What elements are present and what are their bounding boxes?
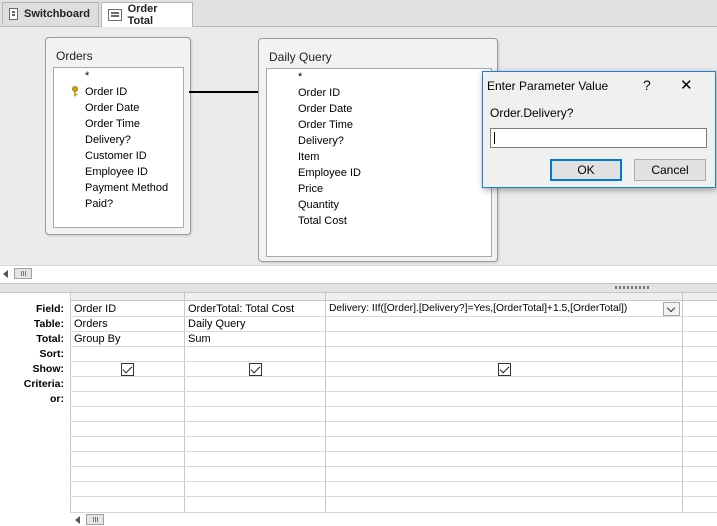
- field-item[interactable]: Order Date: [85, 102, 139, 114]
- field-item[interactable]: Order ID: [85, 86, 127, 98]
- grid-divider: [682, 293, 683, 512]
- daily-query-field-list[interactable]: Daily Query * Order ID Order Date Order …: [258, 38, 498, 262]
- field-dropdown-chevron-down-icon[interactable]: [663, 302, 680, 316]
- field-item[interactable]: Employee ID: [85, 166, 148, 178]
- daily-query-fields: * Order ID Order Date Order Time Deliver…: [266, 68, 492, 257]
- help-icon[interactable]: ?: [643, 77, 651, 93]
- parameter-value-input[interactable]: [490, 128, 707, 148]
- row-label-criteria: Criteria:: [23, 378, 64, 390]
- row-label-table: Table:: [33, 318, 64, 330]
- grid-horizontal-scrollbar[interactable]: [70, 512, 717, 526]
- close-icon[interactable]: ✕: [680, 76, 693, 94]
- field-item[interactable]: Order Date: [298, 103, 352, 115]
- grid-divider: [70, 361, 717, 362]
- field-item[interactable]: Payment Method: [85, 182, 168, 194]
- scroll-thumb[interactable]: [14, 268, 32, 279]
- field-item[interactable]: Order Time: [298, 119, 353, 131]
- grid-divider: [70, 481, 717, 482]
- grid-divider: [70, 421, 717, 422]
- query-icon: [108, 9, 122, 21]
- daily-query-table-title: Daily Query: [269, 50, 332, 64]
- grid-divider: [70, 293, 71, 512]
- field-item[interactable]: Total Cost: [298, 215, 347, 227]
- row-label-sort: Sort:: [39, 348, 65, 360]
- grid-divider: [70, 466, 717, 467]
- grid-field-cell[interactable]: OrderTotal: Total Cost: [188, 303, 323, 315]
- enter-parameter-dialog: Enter Parameter Value ? ✕ Order.Delivery…: [482, 71, 716, 188]
- form-icon: [9, 8, 18, 20]
- grid-table-cell[interactable]: Daily Query: [188, 318, 323, 330]
- grid-row-labels: Field: Table: Total: Sort: Show: Criteri…: [0, 293, 70, 513]
- scroll-left-arrow-icon[interactable]: [75, 516, 80, 524]
- scroll-left-arrow-icon[interactable]: [3, 270, 8, 278]
- show-checkbox[interactable]: [498, 363, 511, 376]
- orders-fields: * Order ID Order Date Order Time Deliver…: [53, 67, 184, 228]
- field-item[interactable]: Order Time: [85, 118, 140, 130]
- grid-divider: [70, 346, 717, 347]
- field-item[interactable]: Employee ID: [298, 167, 361, 179]
- parameter-prompt: Order.Delivery?: [490, 106, 574, 120]
- field-item[interactable]: Paid?: [85, 198, 113, 210]
- grid-divider: [70, 391, 717, 392]
- field-item[interactable]: Order ID: [298, 87, 340, 99]
- tab-switchboard[interactable]: Switchboard: [2, 2, 99, 25]
- grid-table-cell[interactable]: Orders: [74, 318, 182, 330]
- row-label-show: Show:: [32, 363, 65, 375]
- field-item[interactable]: Delivery?: [298, 135, 344, 147]
- tab-order-total-label: Order Total: [127, 3, 158, 27]
- pane-splitter[interactable]: [0, 283, 717, 293]
- row-label-total: Total:: [36, 333, 64, 345]
- row-label-field: Field:: [36, 303, 64, 315]
- dialog-title: Enter Parameter Value: [487, 79, 609, 93]
- cancel-button[interactable]: Cancel: [634, 159, 706, 181]
- grid-divider: [70, 331, 717, 332]
- text-caret: [494, 132, 495, 144]
- grid-divider: [70, 316, 717, 317]
- document-tab-bar: Switchboard Order Total: [0, 0, 717, 27]
- primary-key-icon: [72, 86, 78, 97]
- grid-total-cell[interactable]: Group By: [74, 333, 182, 345]
- orders-table-title: Orders: [56, 49, 93, 63]
- grid-total-cell[interactable]: Sum: [188, 333, 323, 345]
- ok-button[interactable]: OK: [550, 159, 622, 181]
- grid-field-cell[interactable]: Delivery: IIf([Order].[Delivery?]=Yes,[O…: [329, 303, 659, 314]
- column-selector-bar[interactable]: [70, 293, 717, 301]
- grid-divider: [325, 293, 326, 512]
- grid-divider: [70, 406, 717, 407]
- join-line[interactable]: [189, 91, 259, 93]
- upper-pane-scrollbar[interactable]: [0, 265, 717, 282]
- orders-field-list[interactable]: Orders * Order ID Order Date Order Time …: [45, 37, 191, 235]
- grid-divider: [184, 293, 185, 512]
- field-item[interactable]: Price: [298, 183, 323, 195]
- tab-order-total[interactable]: Order Total: [101, 2, 193, 27]
- field-item[interactable]: Item: [298, 151, 319, 163]
- field-item[interactable]: Quantity: [298, 199, 339, 211]
- field-item[interactable]: *: [298, 71, 302, 83]
- grid-field-cell[interactable]: Order ID: [74, 303, 182, 315]
- splitter-grip-icon[interactable]: [615, 286, 649, 289]
- row-label-or: or:: [50, 393, 64, 405]
- show-checkbox[interactable]: [121, 363, 134, 376]
- show-checkbox[interactable]: [249, 363, 262, 376]
- grid-divider: [70, 376, 717, 377]
- field-item[interactable]: *: [85, 70, 89, 82]
- grid-divider: [70, 496, 717, 497]
- grid-divider: [70, 451, 717, 452]
- field-item[interactable]: Delivery?: [85, 134, 131, 146]
- grid-divider: [70, 436, 717, 437]
- field-item[interactable]: Customer ID: [85, 150, 147, 162]
- scroll-thumb[interactable]: [86, 514, 104, 525]
- tab-switchboard-label: Switchboard: [23, 8, 90, 20]
